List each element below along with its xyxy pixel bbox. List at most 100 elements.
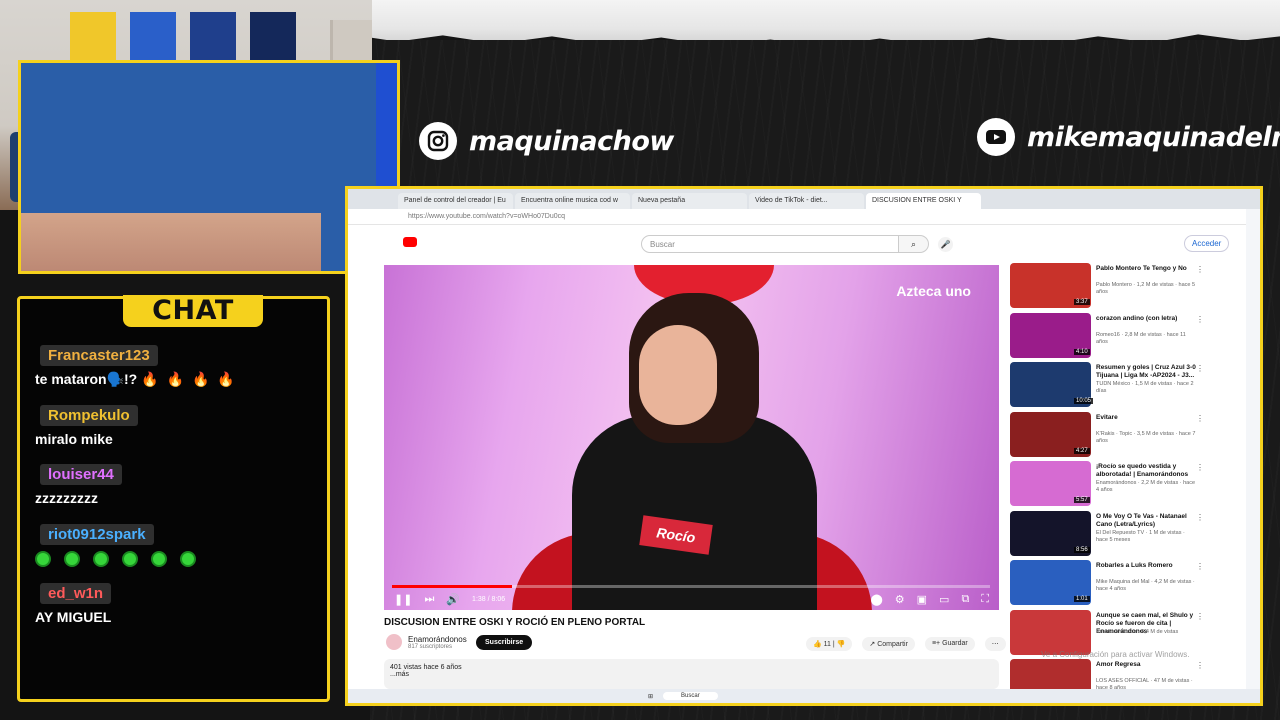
search-icon[interactable]: ⌕	[899, 235, 929, 253]
microphone-icon[interactable]: 🎤	[938, 237, 953, 252]
show-more-link[interactable]: ...más	[390, 671, 993, 678]
chat-username: Francaster123	[40, 345, 158, 366]
more-options-icon[interactable]: ⋮	[1196, 463, 1204, 472]
recommended-title[interactable]: ¡Rocío se quedo vestida y alborotada! | …	[1096, 463, 1196, 479]
recommended-title[interactable]: corazon andino (con letra)	[1096, 315, 1196, 323]
chat-emotes	[35, 550, 209, 568]
recommended-meta: Enamorándonos · 6,4 M de vistas	[1096, 628, 1179, 635]
more-options-icon[interactable]: ⋮	[1196, 612, 1204, 621]
share-button[interactable]: ↗ Compartir	[862, 637, 915, 651]
recommended-video[interactable]: 10:05 Resumen y goles | Cruz Azul 3-0 Tij…	[1010, 362, 1230, 412]
settings-icon[interactable]: ⚙	[895, 593, 905, 606]
autoplay-toggle[interactable]: ⬤	[870, 593, 882, 606]
chat-text: AY MIGUEL	[35, 609, 112, 625]
search-input[interactable]: Buscar	[641, 235, 899, 253]
recommended-video[interactable]: 4:10 corazon andino (con letra) Romeo16 · …	[1010, 312, 1230, 363]
chat-message: Rompekulo miralo mike	[35, 405, 138, 447]
recommended-title[interactable]: O Me Voy O Te Vas - Natanael Cano (Letra…	[1096, 513, 1196, 529]
channel-name[interactable]: Enamorándonos	[408, 635, 467, 644]
youtube-header: Buscar ⌕ 🎤 Acceder	[348, 225, 1260, 259]
signin-button[interactable]: Acceder	[1184, 235, 1230, 252]
browser-tab[interactable]: Nueva pestaña	[632, 193, 747, 209]
video-thumbnail[interactable]	[1010, 609, 1091, 655]
subscribe-button[interactable]: Suscribirse	[476, 635, 533, 650]
windows-activation-watermark: Ve a Configuración para activar Windows.	[1041, 650, 1190, 659]
channel-watermark: Azteca uno	[896, 283, 971, 299]
browser-window: Panel de control del creador | Eu Encuen…	[345, 186, 1263, 706]
cast-icon[interactable]: ⧉	[961, 593, 969, 606]
more-options-icon[interactable]: ⋮	[1196, 265, 1204, 274]
chat-username: louiser44	[40, 464, 122, 485]
youtube-handle-text: mikemaquinadelmal	[1027, 121, 1280, 153]
recommended-video[interactable]: 4:27 Evitare K'Rakis · Topic · 3,5 M de vi…	[1010, 411, 1230, 462]
recommended-meta: El Del Repuesto TV · 1 M de vistas · hac…	[1096, 529, 1185, 543]
browser-tab[interactable]: Encuentra online musica cod w	[515, 193, 630, 209]
time-display: 1:38 / 8:06	[472, 595, 506, 603]
address-bar[interactable]: https://www.youtube.com/watch?v=oWHo07Du…	[348, 209, 1260, 225]
subscriber-count: 817 suscriptores	[408, 643, 453, 650]
video-title: DISCUSION ENTRE OSKI Y ROCIÓ EN PLENO PO…	[384, 617, 646, 628]
miniplayer-icon[interactable]: ▣	[917, 593, 927, 606]
emote-icon	[35, 551, 51, 568]
like-count: 11	[823, 641, 831, 648]
taskbar-search[interactable]: Buscar	[663, 692, 718, 700]
more-options-icon[interactable]: ⋯	[984, 637, 1006, 651]
emote-icon	[64, 551, 80, 568]
recommended-title[interactable]: Robarles a Luks Romero	[1096, 562, 1196, 570]
recommended-video[interactable]: 5:57 ¡Rocío se quedo vestida y alborotada…	[1010, 461, 1230, 511]
browser-tab-active[interactable]: DISCUSION ENTRE OSKI Y	[866, 193, 981, 209]
video-duration: 8:56	[1074, 546, 1090, 553]
more-options-icon[interactable]: ⋮	[1196, 513, 1204, 522]
more-options-icon[interactable]: ⋮	[1196, 364, 1204, 373]
recommended-meta: Enamorándonos · 2,2 M de vistas · hace 4…	[1096, 480, 1196, 493]
share-label: Compartir	[877, 641, 908, 648]
more-options-icon[interactable]: ⋮	[1196, 562, 1204, 571]
volume-icon[interactable]: 🔊	[446, 593, 460, 606]
video-duration: 4:27	[1074, 447, 1090, 454]
youtube-handle: mikemaquinadelmal	[977, 118, 1280, 156]
youtube-icon	[977, 118, 1015, 156]
like-button[interactable]: 👍 11 | 👎	[806, 637, 853, 651]
recommended-video[interactable]: 3:37 Pablo Montero Te Tengo y No Pablo Mon…	[1010, 263, 1230, 313]
more-options-icon[interactable]: ⋮	[1196, 661, 1204, 670]
pause-icon[interactable]: ❚❚	[394, 593, 412, 606]
video-duration: 10:05	[1074, 398, 1094, 404]
recommended-title[interactable]: Evitare	[1096, 414, 1196, 422]
recommendations-list: 3:37 Pablo Montero Te Tengo y No Pablo Mon…	[1010, 263, 1230, 703]
channel-avatar[interactable]	[386, 634, 402, 650]
recommended-title[interactable]: Pablo Montero Te Tengo y No	[1096, 265, 1196, 273]
chat-message: Francaster123 te mataron🗣️!? 🔥 🔥 🔥 🔥	[35, 345, 243, 388]
fullscreen-icon[interactable]: ⛶	[981, 593, 989, 606]
theater-icon[interactable]: ▭	[939, 593, 949, 606]
description-box[interactable]: 401 vistas hace 6 años ...más	[384, 659, 999, 689]
person-face	[639, 325, 717, 425]
emote-icon	[93, 551, 109, 568]
chat-text-content: te mataron🗣️!?	[35, 371, 138, 387]
save-label: Guardar	[942, 640, 968, 647]
video-duration: 5:57	[1074, 497, 1090, 503]
channel-info: Enamorándonos 817 suscriptores	[386, 634, 467, 650]
save-button[interactable]: ≡+ Guardar	[924, 637, 975, 651]
person-body	[572, 415, 817, 610]
next-icon[interactable]: ⏭	[424, 593, 434, 606]
youtube-logo-icon[interactable]	[403, 237, 417, 247]
player-controls: ❚❚ ⏭ 🔊 1:38 / 8:06 ⬤ ⚙ ▣ ▭ ⧉ ⛶	[384, 588, 999, 610]
recommended-title[interactable]: Resumen y goles | Cruz Azul 3-0 Tijuana …	[1096, 364, 1196, 380]
more-options-icon[interactable]: ⋮	[1196, 315, 1204, 324]
webcam-secondary	[18, 60, 400, 274]
video-actions: 👍 11 | 👎 ↗ Compartir ≡+ Guardar ⋯	[806, 637, 1006, 651]
chat-panel: CHAT Francaster123 te mataron🗣️!? 🔥 🔥 🔥 🔥 R…	[17, 295, 330, 702]
windows-taskbar: ⊞ Buscar	[348, 689, 1260, 703]
emote-icon	[180, 551, 196, 568]
instagram-icon	[419, 122, 457, 160]
video-player[interactable]: Rocío Azteca uno ❚❚ ⏭ 🔊 1:38 / 8:06 ⬤ ⚙ …	[384, 265, 999, 610]
more-options-icon[interactable]: ⋮	[1196, 414, 1204, 423]
browser-tab[interactable]: Panel de control del creador | Eu	[398, 193, 513, 209]
browser-tab[interactable]: Video de TikTok - diet...	[749, 193, 864, 209]
recommended-meta: K'Rakis · Topic · 3,5 M de vistas · hace…	[1096, 430, 1196, 444]
start-icon[interactable]: ⊞	[648, 693, 653, 700]
chat-text: te mataron🗣️!? 🔥 🔥 🔥 🔥	[35, 371, 235, 387]
recommended-video[interactable]: 8:56 O Me Voy O Te Vas - Natanael Cano (L…	[1010, 510, 1230, 561]
recommended-title[interactable]: Amor Regresa	[1096, 661, 1196, 669]
recommended-video[interactable]: 1:01 Robarles a Luks Romero Mike Maquina d…	[1010, 560, 1230, 610]
